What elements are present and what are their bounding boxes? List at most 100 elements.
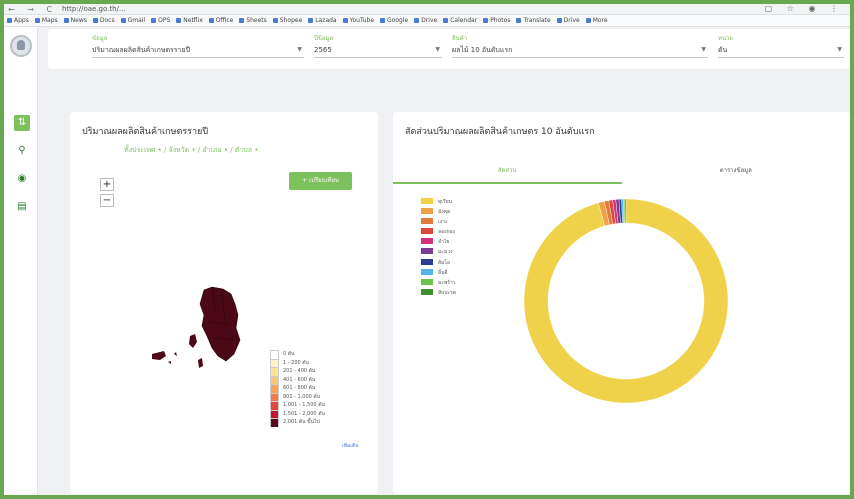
legend-label: มะพร้าว (438, 279, 456, 286)
bookmark-item[interactable]: Docs (92, 17, 115, 24)
compare-button[interactable]: + เปรียบเทียบ (289, 172, 352, 190)
bookmark-item[interactable]: Photos (483, 17, 510, 24)
map-legend-item: 1,001 - 1,500 ตัน (270, 401, 360, 410)
bookmark-item[interactable]: Office (208, 17, 233, 24)
legend-label: 801 - 1,000 ตัน (283, 393, 321, 400)
filter-data-select[interactable]: ปริมาณผลผลิตสินค้าเกษตรรายปี ▼ (92, 42, 304, 58)
bookmark-item[interactable]: More (585, 17, 608, 24)
legend-label: 1 - 200 ตัน (283, 359, 309, 366)
pie-legend-item[interactable]: ทุเรียน (421, 198, 456, 208)
legend-swatch (421, 218, 433, 225)
filter-year-label: ปีข้อมูล (314, 35, 334, 42)
bookmark-favicon-icon (63, 18, 69, 23)
bookmark-favicon-icon (92, 18, 98, 23)
donut-chart[interactable] (521, 196, 731, 406)
legend-swatch (270, 401, 279, 410)
filter-product[interactable]: สินค้า ผลไม้ 10 อันดับแรก ▼ (452, 33, 708, 65)
view-icon[interactable]: ◉ (14, 171, 30, 187)
filter-unit[interactable]: หน่วย ตัน ▼ (718, 33, 844, 65)
donut-slice-0[interactable] (523, 198, 729, 404)
filter-icon[interactable]: ⚲ (14, 143, 30, 159)
chevron-down-icon: ▼ (435, 46, 440, 53)
map-legend-item: 0 ตัน (270, 350, 360, 359)
bookmark-favicon-icon (443, 18, 449, 23)
legend-label: ลำไย (438, 239, 450, 246)
map-legend: 0 ตัน 1 - 200 ตัน 201 - 400 ตัน 401 - 600 ต… (270, 350, 360, 427)
area-breadcrumb[interactable]: ทั้งประเทศ • / จังหวัด • / อำเภอ • / ตำบ… (124, 145, 258, 156)
bookmark-item[interactable]: Apps (7, 17, 29, 24)
legend-swatch (421, 238, 433, 245)
legend-label: ส้มโอ (438, 259, 451, 266)
tab-proportion[interactable]: สัดส่วน (393, 158, 622, 184)
map-island-c (198, 358, 203, 368)
bookmark-favicon-icon (272, 18, 278, 23)
map-island-e (168, 361, 171, 364)
bookmark-item[interactable]: News (63, 17, 87, 24)
chevron-down-icon: ▼ (297, 46, 302, 53)
browser-window: ← → C http://oae.go.th/... ▢ ☆ ◉ ⋮ Apps M… (4, 4, 850, 495)
map-legend-item: 1,501 - 2,000 ตัน (270, 409, 360, 418)
bookmark-item[interactable]: Drive (556, 17, 580, 24)
chevron-down-icon: ▼ (837, 46, 842, 53)
legend-swatch (421, 268, 433, 275)
pie-legend-item[interactable]: มังคุด (421, 208, 456, 218)
map-view-icon[interactable]: ⇅ (14, 115, 30, 131)
legend-label: สับปะรด (438, 289, 457, 296)
bookmark-item[interactable]: Calendar (443, 17, 477, 24)
filter-data-label: ข้อมูล (92, 35, 108, 42)
agency-logo (10, 35, 32, 57)
legend-swatch (270, 392, 279, 401)
bookmark-favicon-icon (120, 18, 126, 23)
bookmark-item[interactable]: Gmail (120, 17, 145, 24)
province-map[interactable] (130, 282, 260, 382)
legend-swatch (421, 258, 433, 265)
bookmark-item[interactable]: Drive (414, 17, 437, 24)
browser-nav-buttons[interactable]: ← → C (8, 5, 57, 14)
bookmark-item[interactable]: Translate (516, 17, 551, 24)
legend-swatch (421, 288, 433, 295)
filter-data[interactable]: ข้อมูล ปริมาณผลผลิตสินค้าเกษตรรายปี ▼ (92, 33, 304, 65)
bookmark-item[interactable]: YouTube (342, 17, 374, 24)
map-card-title: ปริมาณผลผลิตสินค้าเกษตรรายปี (82, 127, 209, 137)
bookmark-item[interactable]: OPS (151, 17, 170, 24)
legend-swatch (270, 350, 279, 359)
address-bar[interactable]: http://oae.go.th/... (62, 5, 212, 14)
bookmark-favicon-icon (176, 18, 182, 23)
bookmark-item[interactable]: Maps (34, 17, 58, 24)
pie-legend-item[interactable]: ลองกอง (421, 228, 456, 238)
bookmark-item[interactable]: Netflix (176, 17, 203, 24)
pie-legend-item[interactable]: ลำไย (421, 238, 456, 248)
pie-legend-item[interactable]: ลิ้นจี่ (421, 268, 456, 279)
more-link[interactable]: เพิ่มเติม (342, 442, 359, 450)
tab-table[interactable]: ตารางข้อมูล (622, 158, 851, 184)
filter-year-select[interactable]: 2565 ▼ (314, 42, 442, 58)
zoom-out-button[interactable]: − (100, 194, 114, 207)
filter-year[interactable]: ปีข้อมูล 2565 ▼ (314, 33, 442, 65)
legend-swatch (270, 409, 279, 418)
legend-label: ทุเรียน (438, 199, 453, 205)
table-icon[interactable]: ▤ (14, 199, 30, 215)
bookmark-item[interactable]: Shopee (272, 17, 302, 24)
bookmark-item[interactable]: Sheets (239, 17, 267, 24)
pie-legend-item[interactable]: มะพร้าว (421, 278, 456, 289)
pie-legend-item[interactable]: มะม่วง (421, 248, 456, 258)
browser-action-icons[interactable]: ▢ ☆ ◉ ⋮ (765, 4, 844, 13)
pie-legend-item[interactable]: สับปะรด (421, 288, 457, 299)
bookmark-favicon-icon (380, 18, 386, 23)
filter-product-select[interactable]: ผลไม้ 10 อันดับแรก ▼ (452, 42, 708, 58)
bookmark-favicon-icon (239, 18, 245, 23)
pie-legend-item[interactable]: ส้มโอ (421, 258, 456, 269)
bookmark-item[interactable]: Lazada (308, 17, 337, 24)
pie-legend-item[interactable]: เงาะ (421, 218, 456, 228)
map-island-d (174, 352, 177, 356)
legend-swatch (270, 375, 279, 384)
bookmark-favicon-icon (585, 18, 591, 23)
filter-unit-select[interactable]: ตัน ▼ (718, 42, 844, 58)
map-legend-item: 1 - 200 ตัน (270, 358, 360, 367)
bookmark-item[interactable]: Google (380, 17, 408, 24)
map-legend-item: 601 - 800 ตัน (270, 384, 360, 393)
zoom-in-button[interactable]: + (100, 178, 114, 191)
map-legend-item: 2,001 ตัน ขึ้นไป (270, 418, 360, 427)
legend-label: 0 ตัน (283, 351, 295, 357)
map-mainland (199, 286, 241, 362)
